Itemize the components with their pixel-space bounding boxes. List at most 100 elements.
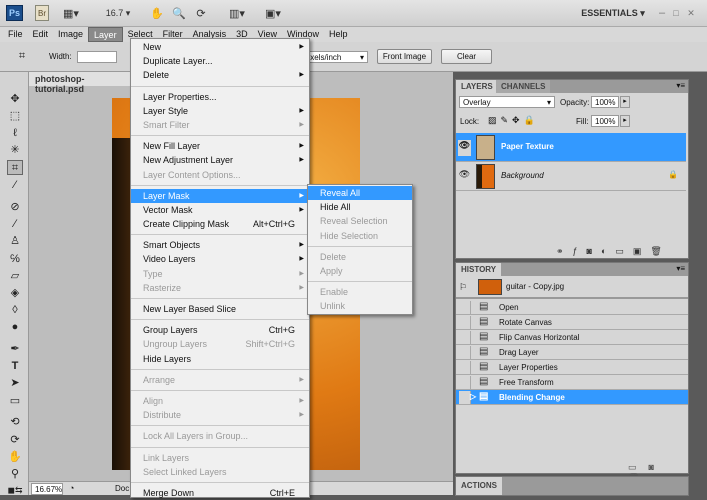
history-brush-source-checkbox[interactable]	[459, 346, 471, 359]
menu-item-new-adjustment-layer[interactable]: New Adjustment Layer ▶	[131, 153, 309, 167]
history-state-open[interactable]: ▤ Open	[456, 300, 688, 315]
status-info-icon[interactable]: ◔	[69, 483, 74, 493]
menu-item-type[interactable]: Type ▶	[131, 267, 309, 281]
history-snapshot[interactable]: ⚐ guitar - Copy.jpg	[456, 277, 688, 299]
menu-item-distribute[interactable]: Distribute ▶	[131, 408, 309, 422]
width-input[interactable]	[77, 51, 117, 63]
menu-item-apply[interactable]: Apply	[308, 264, 412, 278]
menu-item-ungroup-layers[interactable]: Ungroup Layers Shift+Ctrl+G	[131, 337, 309, 351]
panel-menu-icon[interactable]: ▾≡	[676, 81, 685, 90]
clear-button[interactable]: Clear	[441, 49, 492, 64]
menu-item-layer-style[interactable]: Layer Style ▶	[131, 104, 309, 118]
arrange-documents-icon[interactable]: ▥▾	[226, 5, 248, 21]
lasso-tool-icon[interactable]: ℓ	[7, 126, 23, 141]
type-tool-icon[interactable]: T	[7, 359, 23, 374]
menu-item-reveal-selection[interactable]: Reveal Selection	[308, 214, 412, 228]
layer-panel-buttons[interactable]: ⚭ƒ◙◐▭▣🗑	[556, 246, 671, 257]
document-tab[interactable]: photoshop-tutorial.psd	[29, 72, 133, 94]
crop-tool-icon[interactable]: ⌗	[7, 160, 23, 175]
menu-edit[interactable]: Edit	[28, 27, 54, 42]
workspace-switcher[interactable]: ESSENTIALS ▾	[578, 5, 648, 21]
minimize-icon[interactable]: –	[657, 5, 667, 21]
menu-item-enable[interactable]: Enable	[308, 285, 412, 299]
tab-actions[interactable]: ACTIONS	[456, 477, 502, 495]
brush-tool-icon[interactable]: ∕	[7, 217, 23, 232]
3d-rotate-icon[interactable]: ⟲	[7, 415, 23, 430]
visibility-eye-icon[interactable]: 👁	[458, 140, 471, 156]
rectangle-tool-icon[interactable]: ▭	[7, 394, 23, 409]
panel-menu-icon[interactable]: ▾≡	[676, 264, 685, 273]
menu-item-merge-down[interactable]: Merge Down Ctrl+E	[131, 486, 309, 500]
menu-item-new[interactable]: New ▶	[131, 40, 309, 54]
menu-item-layer-properties[interactable]: Layer Properties...	[131, 90, 309, 104]
history-brush-icon[interactable]: ℅	[7, 252, 23, 267]
marquee-tool-icon[interactable]: ⬚	[7, 109, 23, 124]
close-icon[interactable]: ✕	[686, 5, 696, 21]
menu-item-duplicate-layer[interactable]: Duplicate Layer...	[131, 54, 309, 68]
menu-item-unlink[interactable]: Unlink	[308, 299, 412, 313]
history-brush-source-checkbox[interactable]	[459, 361, 471, 374]
hand-tool-icon[interactable]: ✋	[150, 5, 164, 21]
blend-mode-select[interactable]: Overlay ▾	[459, 96, 555, 108]
history-state-rotate-canvas[interactable]: ▤ Rotate Canvas	[456, 315, 688, 330]
history-brush-source-checkbox[interactable]	[459, 331, 471, 344]
layer-name[interactable]: Paper Texture	[501, 142, 554, 151]
menu-item-video-layers[interactable]: Video Layers ▶	[131, 252, 309, 266]
snapshot-source-icon[interactable]: ⚐	[459, 282, 467, 293]
tab-channels[interactable]: CHANNELS	[496, 80, 551, 93]
history-state-blending-change[interactable]: ▷ ▤ Blending Change	[456, 390, 688, 405]
paint-bucket-icon[interactable]: ◈	[7, 286, 23, 301]
menu-image[interactable]: Image	[53, 27, 88, 42]
history-brush-source-checkbox[interactable]	[459, 301, 471, 314]
history-state-drag-layer[interactable]: ▤ Drag Layer	[456, 345, 688, 360]
layer-row-background[interactable]: 👁 Background 🔒	[456, 162, 686, 191]
menu-item-new-layer-based-slice[interactable]: New Layer Based Slice	[131, 302, 309, 316]
menu-item-link-layers[interactable]: Link Layers	[131, 451, 309, 465]
rotate-view-icon[interactable]: ⟳	[194, 5, 208, 21]
menu-item-layer-mask[interactable]: Layer Mask ▶	[131, 188, 309, 203]
eyedropper-icon[interactable]: ⁄	[7, 178, 23, 193]
blur-tool-icon[interactable]: ◊	[7, 303, 23, 318]
history-state-layer-properties[interactable]: ▤ Layer Properties	[456, 360, 688, 375]
history-state-free-transform[interactable]: ▤ Free Transform	[456, 375, 688, 390]
magic-wand-icon[interactable]: ✳	[7, 143, 23, 158]
layer-row-paper-texture[interactable]: 👁 Paper Texture	[456, 133, 686, 162]
front-image-button[interactable]: Front Image	[377, 49, 432, 64]
menu-item-new-fill-layer[interactable]: New Fill Layer ▶	[131, 139, 309, 153]
menu-item-select-linked-layers[interactable]: Select Linked Layers	[131, 465, 309, 479]
fill-input[interactable]: 100%	[591, 115, 619, 127]
menu-help[interactable]: Help	[324, 27, 353, 42]
path-selection-icon[interactable]: ➤	[7, 376, 23, 391]
menu-item-smart-filter[interactable]: Smart Filter ▶	[131, 118, 309, 132]
hand-tool-icon[interactable]: ✋	[7, 450, 23, 465]
menu-item-delete[interactable]: Delete	[308, 250, 412, 264]
color-swatches-icon[interactable]: ◼⇆	[7, 483, 23, 498]
menu-item-hide-layers[interactable]: Hide Layers	[131, 352, 309, 366]
history-state-flip-canvas-horizontal[interactable]: ▤ Flip Canvas Horizontal	[456, 330, 688, 345]
lock-icons[interactable]: ▨✎✥🔒	[488, 115, 539, 126]
menu-item-align[interactable]: Align ▶	[131, 394, 309, 408]
resolution-unit-select[interactable]: pixels/inch ▾	[300, 51, 368, 63]
menu-item-hide-all[interactable]: Hide All	[308, 200, 412, 214]
dodge-tool-icon[interactable]: ●	[7, 320, 23, 335]
tab-history[interactable]: HISTORY	[456, 263, 502, 276]
menu-item-reveal-all[interactable]: Reveal All	[308, 186, 412, 201]
view-extras-icon[interactable]: ▦▾	[60, 5, 82, 21]
opacity-slider-button[interactable]: ▸	[620, 96, 630, 108]
menu-item-delete[interactable]: Delete ▶	[131, 68, 309, 82]
layer-name[interactable]: Background	[501, 171, 544, 180]
menu-layer[interactable]: Layer	[88, 27, 123, 42]
3d-orbit-icon[interactable]: ⟳	[7, 433, 23, 448]
fill-slider-button[interactable]: ▸	[620, 115, 630, 127]
menu-item-smart-objects[interactable]: Smart Objects ▶	[131, 238, 309, 252]
tab-layers[interactable]: LAYERS	[456, 80, 498, 93]
menu-item-hide-selection[interactable]: Hide Selection	[308, 229, 412, 243]
bridge-button[interactable]: Br	[35, 5, 49, 21]
menu-item-arrange[interactable]: Arrange ▶	[131, 373, 309, 387]
history-brush-source-checkbox[interactable]	[459, 376, 471, 389]
move-tool-icon[interactable]: ✥	[7, 92, 23, 107]
menu-item-group-layers[interactable]: Group Layers Ctrl+G	[131, 323, 309, 337]
eraser-icon[interactable]: ▱	[7, 269, 23, 284]
menu-item-create-clipping-mask[interactable]: Create Clipping Mask Alt+Ctrl+G	[131, 217, 309, 231]
zoom-level-dropdown[interactable]: 16.7 ▾	[102, 5, 134, 21]
